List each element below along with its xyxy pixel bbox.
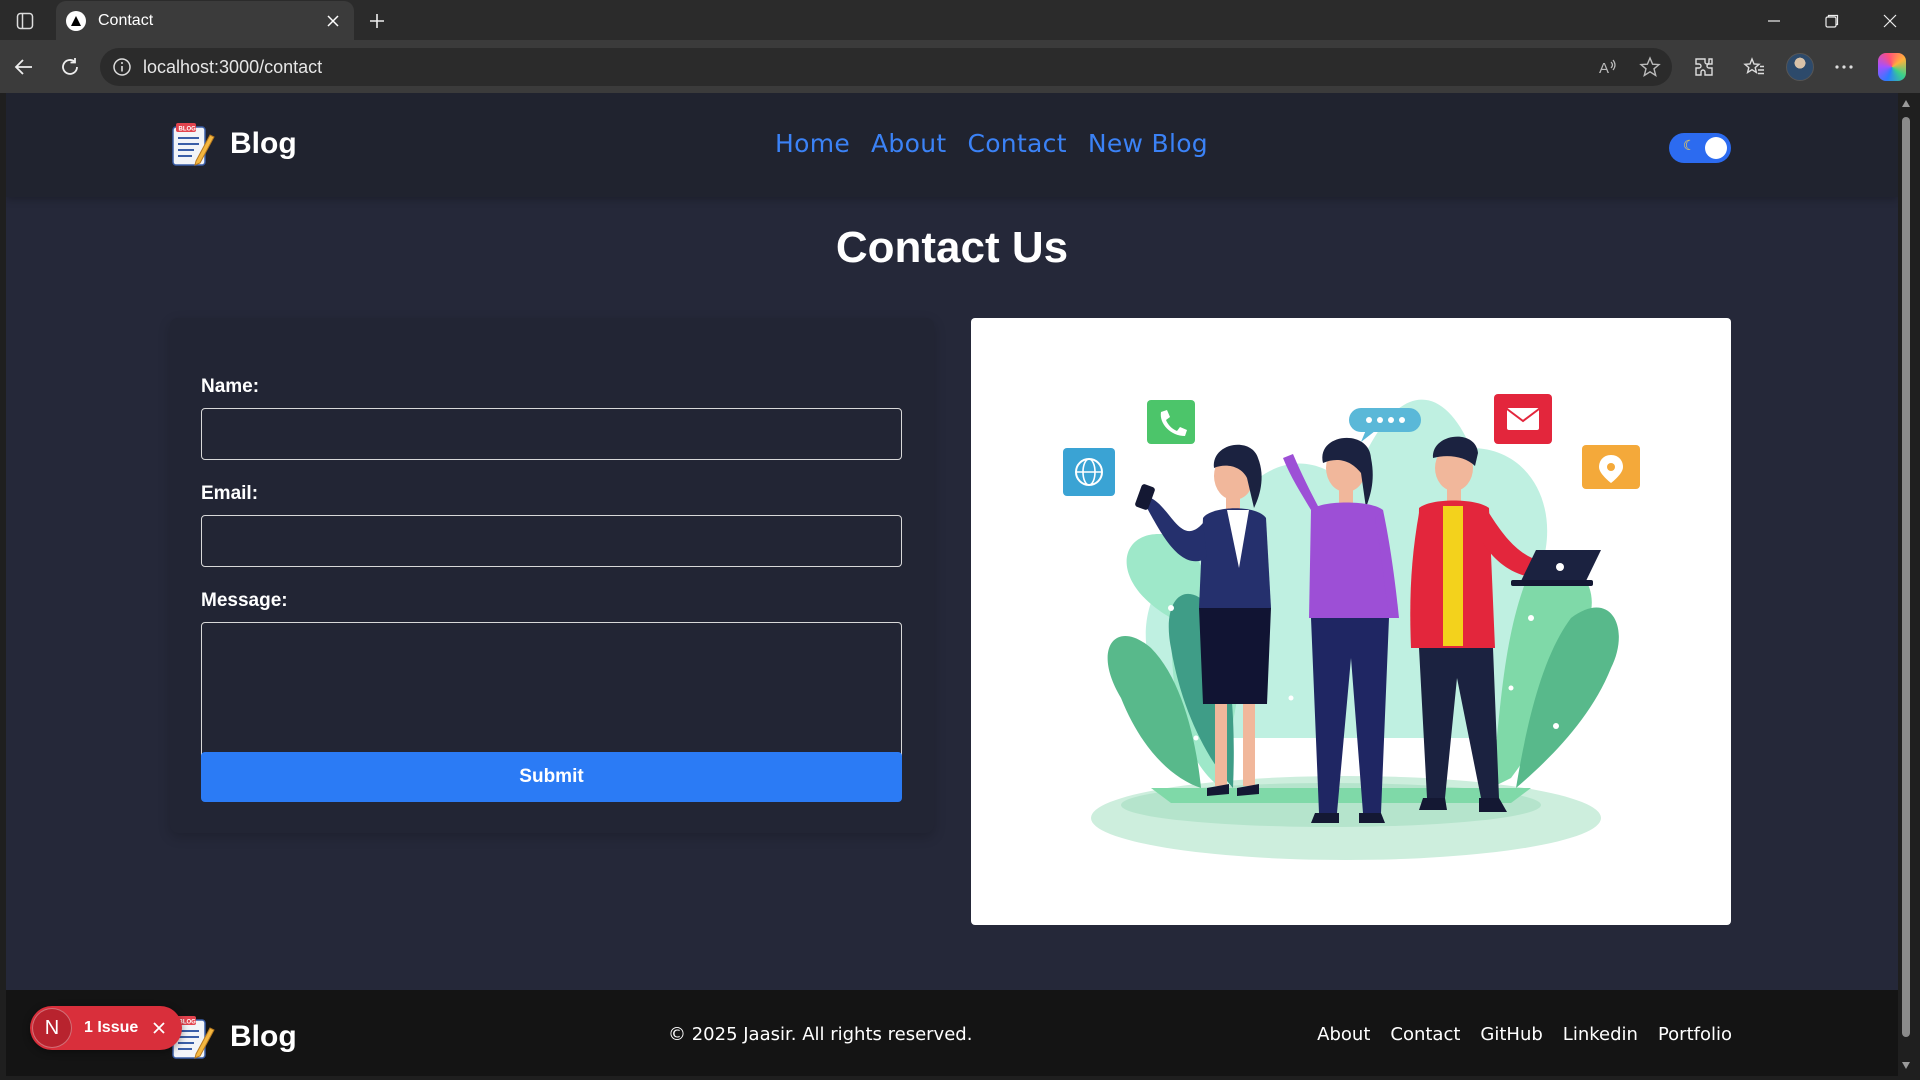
restore-button[interactable] <box>1804 4 1860 38</box>
page-scrollbar[interactable] <box>1898 93 1914 1076</box>
profile-button[interactable] <box>1784 51 1816 83</box>
tab-actions-button[interactable] <box>12 8 38 34</box>
name-input[interactable] <box>201 408 902 460</box>
submit-button[interactable]: Submit <box>201 752 902 802</box>
close-icon[interactable] <box>150 1019 168 1037</box>
nextjs-logo-icon[interactable]: N <box>32 1008 72 1048</box>
scrollbar-thumb[interactable] <box>1902 117 1910 1037</box>
footer-link-about[interactable]: About <box>1317 1024 1370 1045</box>
nav-link-new-blog[interactable]: New Blog <box>1088 129 1208 158</box>
minimize-icon <box>1768 20 1780 22</box>
nav-link-home[interactable]: Home <box>775 129 850 158</box>
issue-count[interactable]: 1 Issue <box>84 1019 138 1037</box>
tab-actions-icon <box>16 12 34 30</box>
footer-link-portfolio[interactable]: Portfolio <box>1658 1024 1732 1045</box>
tab-title: Contact <box>98 12 154 29</box>
scroll-up-arrow-icon[interactable] <box>1901 99 1911 109</box>
email-label: Email: <box>201 483 259 504</box>
info-icon[interactable] <box>112 57 132 77</box>
site-header: BLOG Blog Home About Contact New Blog ☾ <box>6 93 1898 197</box>
footer-link-contact[interactable]: Contact <box>1390 1024 1460 1045</box>
main-nav: Home About Contact New Blog <box>775 129 1208 158</box>
footer-nav: About Contact GitHub Linkedin Portfolio <box>1317 1024 1732 1045</box>
scroll-down-arrow-icon[interactable] <box>1901 1060 1911 1070</box>
contact-form: Name: Email: Message: Submit <box>170 318 934 833</box>
url-text[interactable]: localhost:3000/contact <box>143 57 322 78</box>
close-window-button[interactable] <box>1862 4 1918 38</box>
minimize-button[interactable] <box>1746 4 1802 38</box>
close-icon <box>1883 14 1897 28</box>
blog-notepad-icon: BLOG <box>172 123 215 166</box>
contact-illustration <box>971 318 1731 925</box>
message-label: Message: <box>201 590 288 611</box>
avatar <box>1786 53 1814 81</box>
reload-icon <box>62 58 78 75</box>
footer-logo-text: Blog <box>230 1020 297 1053</box>
page-title: Contact Us <box>835 223 1069 272</box>
footer-logo[interactable]: BLOG Blog <box>170 1014 297 1060</box>
nextjs-favicon-icon <box>66 11 86 31</box>
restore-icon <box>1825 14 1839 28</box>
reload-button[interactable] <box>54 51 86 83</box>
browser-toolbar: localhost:3000/contact A <box>0 40 1920 93</box>
message-textarea[interactable] <box>201 622 902 764</box>
theme-toggle[interactable]: ☾ <box>1669 133 1731 163</box>
extensions-icon[interactable] <box>1688 51 1720 83</box>
favorite-star-icon[interactable] <box>1638 55 1662 79</box>
address-bar[interactable]: localhost:3000/contact A <box>100 48 1672 86</box>
copyright-text: © 2025 Jaasir. All rights reserved. <box>668 1024 973 1045</box>
arrow-left-icon <box>14 59 32 75</box>
favorites-icon[interactable] <box>1738 51 1770 83</box>
more-options-icon[interactable] <box>1828 51 1860 83</box>
browser-tab-bar: Contact <box>0 0 1920 41</box>
footer-link-linkedin[interactable]: Linkedin <box>1563 1024 1638 1045</box>
nav-link-contact[interactable]: Contact <box>967 129 1066 158</box>
name-label: Name: <box>201 376 260 397</box>
svg-text:BLOG: BLOG <box>179 126 197 132</box>
tab-close-icon[interactable] <box>322 10 344 32</box>
plus-icon <box>370 14 384 28</box>
new-tab-button[interactable] <box>362 6 392 36</box>
email-input[interactable] <box>201 515 902 567</box>
copilot-button[interactable] <box>1876 51 1908 83</box>
copilot-icon <box>1878 53 1906 81</box>
svg-text:A: A <box>1599 60 1609 77</box>
back-button[interactable] <box>8 51 40 83</box>
read-aloud-icon[interactable]: A <box>1596 55 1620 79</box>
nav-link-about[interactable]: About <box>871 129 946 158</box>
page-viewport: BLOG Blog Home About Contact New Blog ☾ … <box>6 93 1898 1076</box>
browser-tab-active[interactable]: Contact <box>56 1 354 41</box>
team-contact-illustration <box>1063 394 1640 860</box>
site-footer: BLOG Blog © 2025 Jaasir. All rights rese… <box>6 990 1898 1076</box>
moon-icon: ☾ <box>1683 138 1696 154</box>
toggle-knob <box>1705 137 1727 159</box>
site-logo[interactable]: BLOG Blog <box>170 121 297 167</box>
logo-text: Blog <box>230 127 297 160</box>
nextjs-issue-badge[interactable]: N 1 Issue <box>30 1006 182 1050</box>
footer-link-github[interactable]: GitHub <box>1480 1024 1542 1045</box>
